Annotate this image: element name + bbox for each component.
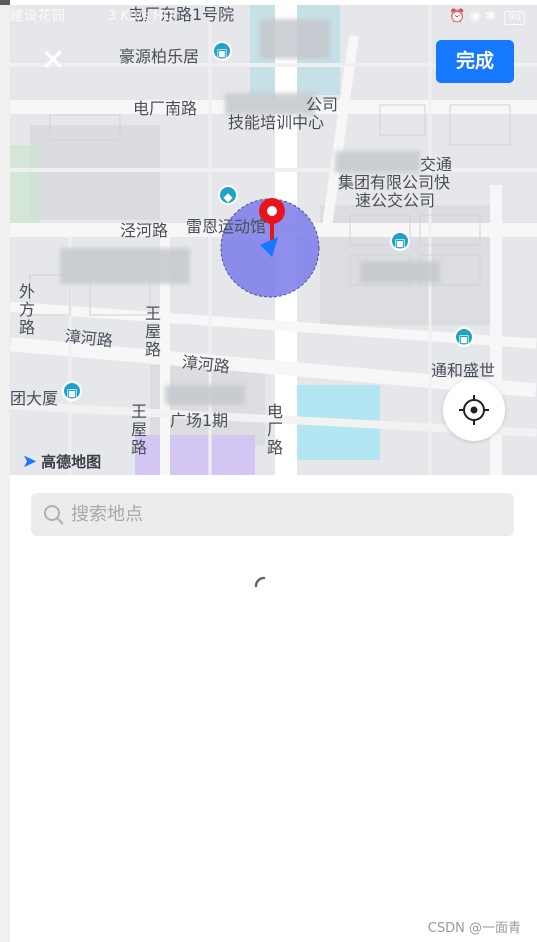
watermark: CSDN @一面青 — [427, 921, 521, 936]
status-left-text: 建设花园 — [10, 9, 67, 24]
poi-building-icon[interactable]: ▣ — [454, 327, 474, 347]
map-label-waifang: 外方路 — [16, 283, 35, 337]
blurred-label — [60, 248, 190, 284]
amap-logo: ➤ 高德地图 — [22, 451, 102, 472]
poi-building-icon[interactable]: ▣ — [62, 381, 82, 401]
map-label-wangwu-1: 王屋路 — [142, 305, 161, 359]
loading-spinner-icon — [254, 576, 266, 588]
crosshair-icon — [459, 395, 489, 425]
park-area — [135, 435, 255, 475]
map-label-dianchang-south: 电厂南路 — [133, 99, 198, 118]
bluetooth-icon: ✱ — [485, 9, 497, 24]
close-button[interactable]: ✕ — [38, 44, 68, 78]
blurred-label — [165, 385, 245, 405]
done-button[interactable]: 完成 — [436, 40, 514, 83]
map-label-haoyuan: 豪源柏乐居 — [119, 47, 200, 66]
battery-icon: 90 — [504, 11, 525, 25]
blurred-label — [360, 261, 440, 283]
map-label-jinghe: 泾河路 — [120, 221, 169, 240]
poi-building-icon[interactable]: ▣ — [390, 231, 410, 251]
status-icons: ⏰ ◉ ✱ 90 — [449, 5, 525, 29]
status-bar: 建设花园 3 KB/s HD ⏰ ◉ ✱ 90 — [10, 5, 537, 29]
map-label-tonghe: 通和盛世 — [431, 361, 496, 380]
alarm-icon: ⏰ — [449, 9, 466, 24]
close-icon: ✕ — [40, 43, 66, 78]
poi-building-icon[interactable]: ▣ — [212, 41, 232, 61]
poi-gym-icon[interactable]: ◆ — [218, 185, 238, 205]
locate-button[interactable] — [443, 379, 505, 441]
network-speed: 3 KB/s HD — [108, 9, 173, 24]
map-label-gym: 雷恩运动馆 — [186, 217, 267, 236]
search-icon — [44, 505, 64, 525]
map-label-training: 技能培训中心 — [228, 113, 325, 132]
map-label-zhanghe-2: 漳河路 — [180, 352, 231, 377]
phone-screen: ▣ ◆ ▣ ▣ ▣ 电厂东路1号院 豪源柏乐居 电厂南路 公司 技能培训中心 交… — [10, 0, 537, 942]
map-label-wangwu-2: 王屋路 — [128, 403, 147, 457]
map-label-building: 团大厦 — [10, 389, 59, 408]
location-icon: ◉ — [469, 9, 482, 24]
map-label-dianchang-road: 电厂路 — [264, 403, 283, 457]
search-placeholder: 搜索地点 — [71, 504, 143, 525]
map-label-zhanghe-1: 漳河路 — [63, 326, 114, 351]
amap-arrow-icon: ➤ — [22, 451, 38, 472]
search-input[interactable]: 搜索地点 — [31, 493, 514, 536]
map-label-bus-3: 速公交公司 — [355, 191, 436, 210]
map-label-plaza: 广场1期 — [170, 411, 229, 430]
